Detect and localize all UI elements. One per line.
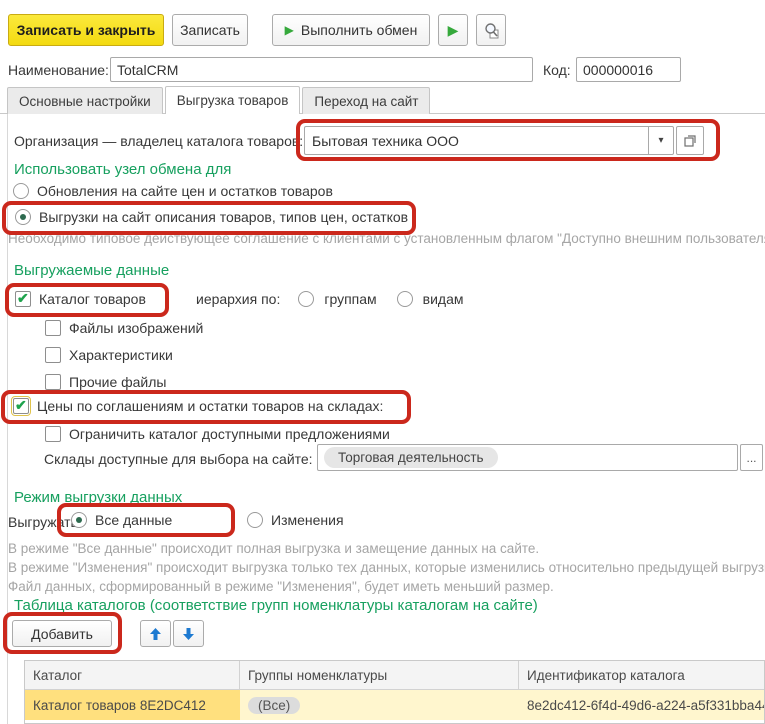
characteristics-label: Характеристики	[69, 347, 173, 363]
catalog-table-header: Каталог Группы номенклатуры Идентификато…	[25, 661, 764, 690]
warehouses-field[interactable]: Торговая деятельность	[317, 444, 738, 471]
catalog-checkbox-row[interactable]: Каталог товаров	[15, 291, 146, 307]
image-files-checkbox[interactable]	[45, 320, 61, 336]
organization-value[interactable]: Бытовая техника ООО	[304, 126, 648, 155]
play-icon: ▶	[448, 23, 459, 37]
name-label: Наименование:	[8, 62, 109, 78]
limit-checkbox-row[interactable]: Ограничить каталог доступными предложени…	[45, 426, 390, 442]
execute-exchange-label: Выполнить обмен	[301, 22, 417, 38]
arrow-up-icon	[149, 627, 162, 641]
radio-export-descriptions[interactable]	[15, 209, 31, 225]
radio-row-changes[interactable]: Изменения	[247, 512, 344, 528]
name-input[interactable]	[110, 57, 533, 82]
radio-hierarchy-groups[interactable]	[298, 291, 314, 307]
play-icon: ▶	[285, 24, 294, 36]
cell-id[interactable]: 8e2dc412-6f4d-49d6-a224-a5f331bba449	[519, 690, 764, 720]
move-up-button[interactable]	[140, 620, 171, 647]
characteristics-checkbox[interactable]	[45, 347, 61, 363]
prices-checkbox-row[interactable]: Цены по соглашениям и остатки товаров на…	[13, 398, 383, 414]
radio-hierarchy-kinds[interactable]	[397, 291, 413, 307]
catalog-table-heading: Таблица каталогов (соответствие групп но…	[14, 597, 538, 614]
cell-catalog[interactable]: Каталог товаров 8E2DC412	[25, 690, 240, 720]
radio-row-export[interactable]: Выгрузки на сайт описания товаров, типов…	[15, 209, 408, 225]
radio-hierarchy-kinds-label: видам	[423, 291, 464, 307]
prices-label: Цены по соглашениям и остатки товаров на…	[37, 398, 383, 414]
export-data-heading: Выгружаемые данные	[14, 262, 169, 279]
warehouses-label: Склады доступные для выбора на сайте:	[44, 451, 313, 467]
tab-main-settings[interactable]: Основные настройки	[7, 87, 163, 114]
tab-goods-export[interactable]: Выгрузка товаров	[165, 86, 301, 114]
other-files-checkbox[interactable]	[45, 374, 61, 390]
hierarchy-label: иерархия по:	[196, 291, 280, 307]
execute-exchange-button[interactable]: ▶ Выполнить обмен	[272, 14, 430, 46]
magnifier-document-icon	[483, 22, 500, 39]
radio-export-descriptions-label: Выгрузки на сайт описания товаров, типов…	[39, 209, 408, 225]
save-and-close-button[interactable]: Записать и закрыть	[8, 14, 164, 46]
organization-label: Организация — владелец каталога товаров:	[14, 133, 303, 149]
radio-row-all-data[interactable]: Все данные	[71, 512, 172, 528]
radio-hierarchy-groups-label: группам	[324, 291, 376, 307]
warehouses-value-tag[interactable]: Торговая деятельность	[324, 447, 498, 468]
radio-all-data[interactable]	[71, 512, 87, 528]
add-button[interactable]: Добавить	[12, 620, 112, 647]
open-form-icon[interactable]	[676, 126, 704, 155]
run-exchange-icon-button[interactable]: ▶	[438, 14, 468, 46]
cell-groups[interactable]: (Все)	[240, 690, 519, 720]
catalog-checkbox[interactable]	[15, 291, 31, 307]
mode-note-line1: В режиме "Все данные" происходит полная …	[8, 541, 765, 556]
catalog-checkbox-label: Каталог товаров	[39, 291, 146, 307]
radio-changes-label: Изменения	[271, 512, 344, 528]
limit-label: Ограничить каталог доступными предложени…	[69, 426, 390, 442]
other-files-label: Прочие файлы	[69, 374, 166, 390]
code-input[interactable]	[576, 57, 681, 82]
column-header-catalog: Каталог	[25, 661, 240, 689]
table-row[interactable]: Каталог товаров 8E2DC412 (Все) 8e2dc412-…	[25, 690, 764, 720]
tab-go-to-site[interactable]: Переход на сайт	[302, 87, 430, 114]
save-button[interactable]: Записать	[172, 14, 248, 46]
warehouses-more-button[interactable]: ...	[740, 444, 763, 471]
column-header-groups: Группы номенклатуры	[240, 661, 519, 689]
mode-note-line2: В режиме "Изменения" происходит выгрузка…	[8, 560, 765, 575]
hierarchy-row: иерархия по: группам видам	[196, 291, 464, 307]
other-files-checkbox-row[interactable]: Прочие файлы	[45, 374, 166, 390]
move-down-button[interactable]	[173, 620, 204, 647]
organization-field[interactable]: Бытовая техника ООО ▾	[304, 126, 704, 155]
radio-changes[interactable]	[247, 512, 263, 528]
export-mode-heading: Режим выгрузки данных	[14, 489, 182, 506]
radio-update-prices[interactable]	[13, 183, 29, 199]
groups-value-tag[interactable]: (Все)	[248, 697, 300, 714]
agreement-note: Необходимо типовое действующее соглашени…	[8, 231, 765, 246]
preview-report-button[interactable]	[476, 14, 506, 46]
radio-row-update[interactable]: Обновления на сайте цен и остатков товар…	[13, 183, 333, 199]
radio-all-data-label: Все данные	[95, 512, 172, 528]
code-label: Код:	[543, 62, 571, 78]
prices-checkbox[interactable]	[13, 398, 29, 414]
tab-page-left-border	[7, 114, 8, 724]
exchange-usage-heading: Использовать узел обмена для	[14, 161, 231, 178]
radio-update-prices-label: Обновления на сайте цен и остатков товар…	[37, 183, 333, 199]
image-files-checkbox-row[interactable]: Файлы изображений	[45, 320, 203, 336]
limit-checkbox[interactable]	[45, 426, 61, 442]
tabbar: Основные настройки Выгрузка товаров Пере…	[7, 86, 432, 114]
image-files-label: Файлы изображений	[69, 320, 203, 336]
chevron-down-icon[interactable]: ▾	[648, 126, 674, 155]
arrow-down-icon	[182, 627, 195, 641]
column-header-id: Идентификатор каталога	[519, 661, 764, 689]
catalog-table: Каталог Группы номенклатуры Идентификато…	[24, 660, 765, 724]
mode-note-line3: Файл данных, сформированный в режиме "Из…	[8, 579, 765, 594]
characteristics-checkbox-row[interactable]: Характеристики	[45, 347, 173, 363]
